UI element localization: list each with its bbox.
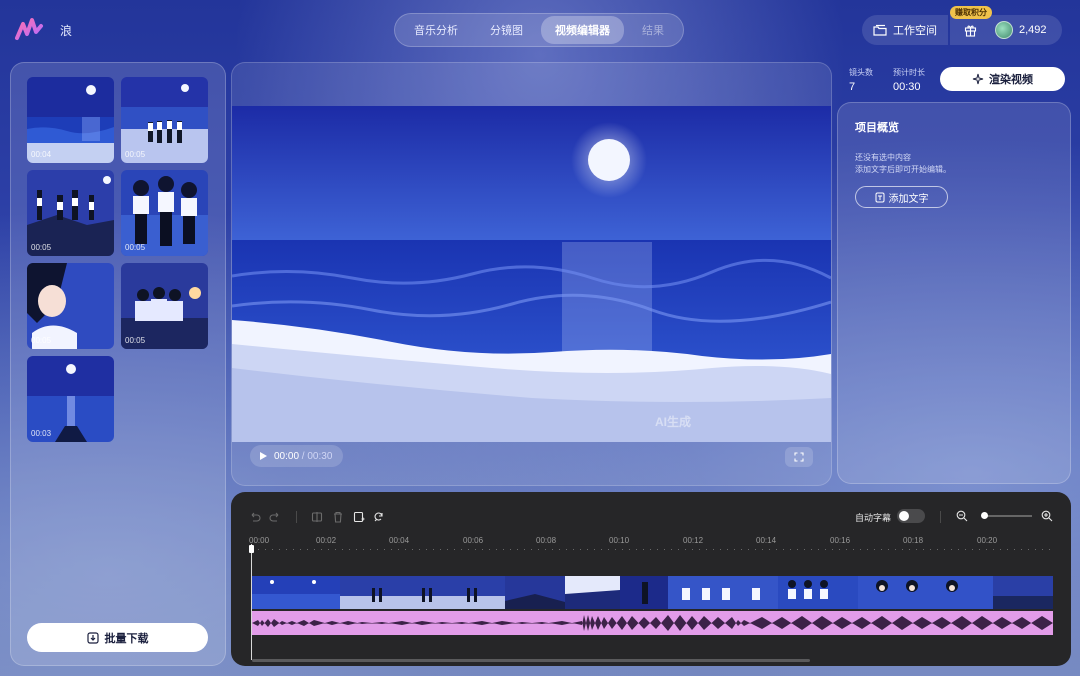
split-icon[interactable]	[311, 511, 323, 523]
app-logo-icon[interactable]	[14, 16, 46, 44]
redo-icon[interactable]	[269, 511, 281, 523]
folder-icon	[873, 24, 887, 36]
current-time: 00:00	[274, 450, 300, 462]
time-tick: 00:20	[977, 536, 998, 545]
clip-duration: 00:05	[31, 243, 52, 252]
time-separator: /	[299, 450, 308, 462]
render-video-label: 渲染视频	[989, 74, 1033, 86]
time-tick: 00:14	[756, 536, 777, 545]
storyboard-clip[interactable]: 00:05	[121, 77, 208, 163]
time-tick: 00:00	[249, 536, 270, 545]
play-icon[interactable]	[259, 451, 268, 461]
preview-frame	[232, 106, 831, 442]
playhead[interactable]	[251, 544, 252, 660]
delete-icon[interactable]	[332, 511, 344, 523]
storyboard-clip[interactable]: 00:05	[121, 170, 208, 256]
auto-subtitle-label: 自动字幕	[855, 513, 892, 523]
storyboard-clip[interactable]: 00:05	[27, 263, 114, 349]
video-track-strip	[252, 576, 1053, 609]
replace-icon[interactable]	[373, 511, 385, 523]
tab-result[interactable]: 结果	[628, 16, 678, 44]
add-text-icon	[875, 192, 884, 202]
ai-generated-watermark: AI生成	[655, 415, 692, 429]
storyboard-clip[interactable]: 00:03	[27, 356, 114, 442]
time-tick: 00:18	[903, 536, 924, 545]
zoom-slider[interactable]	[983, 515, 1032, 517]
time-tick: 00:04	[389, 536, 410, 545]
duration-stat: 预计时长 00:30	[893, 67, 925, 93]
tab-storyboard[interactable]: 分镜图	[476, 16, 537, 44]
audio-track[interactable]	[252, 611, 1053, 635]
clip-duration: 00:05	[125, 243, 146, 252]
fullscreen-button[interactable]	[785, 447, 813, 467]
time-tick: 00:08	[536, 536, 557, 545]
toolbar-divider	[296, 511, 297, 523]
add-text-label: 添加文字	[888, 193, 929, 205]
duration-label: 预计时长	[893, 68, 925, 77]
storyboard-clip[interactable]: 00:04	[27, 77, 114, 163]
shots-label: 镜头数	[849, 68, 873, 77]
empty-line-2: 添加文字后即可开始编辑。	[855, 165, 951, 174]
time-ruler[interactable]	[251, 549, 1053, 550]
fullscreen-icon	[794, 452, 804, 462]
duration-value: 00:30	[893, 81, 921, 93]
zoom-in-icon[interactable]	[1041, 510, 1053, 522]
playback-control[interactable]: 00:00 / 00:30	[250, 445, 343, 467]
tab-video-editor[interactable]: 视频编辑器	[541, 16, 624, 44]
batch-download-label: 批量下载	[104, 632, 149, 645]
credits-display[interactable]: 2,492	[990, 15, 1062, 45]
toolbar-divider	[940, 511, 941, 523]
video-track[interactable]	[252, 576, 1053, 609]
zoom-out-icon[interactable]	[956, 510, 968, 522]
credits-value: 2,492	[1019, 24, 1047, 36]
total-time: 00:30	[307, 450, 333, 462]
add-clip-icon[interactable]	[353, 511, 365, 523]
clip-duration: 00:05	[125, 150, 146, 159]
sparkle-icon	[972, 73, 984, 85]
audio-waveform	[252, 615, 1053, 631]
undo-icon[interactable]	[249, 511, 261, 523]
time-tick: 00:02	[316, 536, 337, 545]
workspace-button[interactable]: 工作空间	[862, 15, 948, 45]
download-icon	[86, 631, 99, 644]
tab-music-analysis[interactable]: 音乐分析	[400, 16, 472, 44]
zoom-slider-handle[interactable]	[981, 512, 988, 519]
shots-stat: 镜头数 7	[849, 67, 873, 93]
time-tick: 00:16	[830, 536, 851, 545]
overview-title: 项目概览	[855, 122, 899, 134]
time-tick: 00:06	[463, 536, 484, 545]
storyboard-clip[interactable]: 00:05	[27, 170, 114, 256]
video-preview[interactable]	[232, 106, 831, 442]
shots-value: 7	[849, 81, 856, 93]
batch-download-button[interactable]: 批量下载	[27, 623, 208, 652]
add-text-button[interactable]: 添加文字	[855, 186, 948, 208]
gift-icon	[964, 25, 976, 37]
playhead-handle[interactable]	[249, 545, 254, 553]
avatar[interactable]	[995, 21, 1013, 39]
gift-button[interactable]	[950, 15, 990, 45]
time-tick: 00:10	[609, 536, 630, 545]
timeline-scrollbar[interactable]	[252, 659, 810, 662]
storyboard-clip[interactable]: 00:05	[121, 263, 208, 349]
render-video-button[interactable]: 渲染视频	[940, 67, 1065, 91]
clip-duration: 00:05	[125, 336, 146, 345]
empty-line-1: 还没有选中内容	[855, 153, 911, 162]
clip-duration: 00:04	[31, 150, 52, 159]
earn-points-badge[interactable]: 赚取积分	[950, 6, 992, 19]
step-tabs: 音乐分析 分镜图 视频编辑器 结果	[394, 13, 684, 47]
project-name[interactable]: 浪	[60, 22, 72, 39]
clip-duration: 00:05	[31, 336, 52, 345]
clip-duration: 00:03	[31, 429, 52, 438]
time-tick: 00:12	[683, 536, 704, 545]
workspace-label: 工作空间	[893, 25, 937, 37]
toggle-knob	[899, 511, 909, 521]
overview-empty-message: 还没有选中内容 添加文字后即可开始编辑。	[855, 152, 951, 176]
